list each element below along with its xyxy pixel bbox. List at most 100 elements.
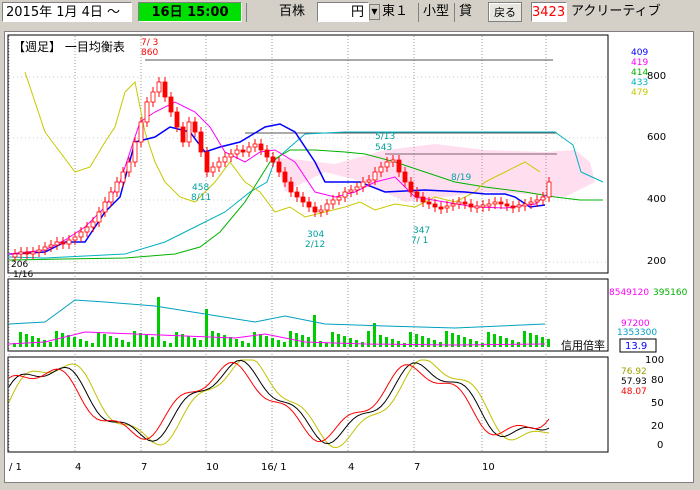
volume-bar — [469, 339, 472, 347]
annotation: 5/13 — [375, 132, 395, 142]
volume-bar — [223, 335, 226, 347]
volume-bar — [115, 338, 118, 347]
candle-body — [288, 181, 294, 193]
stock-name: アクリーティブ — [571, 4, 661, 19]
volume-bar — [511, 340, 514, 347]
candle-body — [318, 209, 324, 213]
x-tick: 10 — [482, 462, 495, 473]
volume-bar — [385, 337, 388, 347]
annotation: 1/16 — [13, 270, 33, 280]
candle-body — [438, 206, 444, 210]
candle-body — [30, 251, 36, 255]
candle-body — [150, 91, 156, 103]
volume-bar — [169, 343, 172, 347]
volume-bar — [343, 336, 346, 347]
annotation: 7/ 3 — [141, 38, 158, 48]
unit-yen-select[interactable]: 円 — [317, 2, 369, 22]
volume-bar — [97, 332, 100, 347]
volume-bar — [337, 334, 340, 347]
volume-bar — [127, 342, 130, 347]
candle-body — [486, 203, 492, 207]
volume-bar — [391, 339, 394, 347]
volume-bar — [61, 333, 64, 347]
candle-body — [510, 205, 516, 209]
candle-body — [378, 166, 384, 173]
candle-body — [120, 171, 126, 183]
candle-body — [108, 191, 114, 203]
candle-body — [144, 101, 150, 123]
candle-body — [474, 205, 480, 209]
volume-bar — [49, 342, 52, 347]
volume-bar — [535, 335, 538, 347]
candle-body — [480, 204, 486, 208]
annotation: 206 — [11, 260, 28, 270]
volume-bar — [403, 343, 406, 347]
market-label: 東１ — [382, 4, 409, 19]
candle-body — [498, 201, 504, 205]
volume-bar — [283, 342, 286, 347]
end-date-time[interactable]: 16日 15:00 — [138, 2, 242, 22]
unit-shares-label: 百株 — [279, 4, 306, 19]
volume-bar — [103, 334, 106, 347]
osc-legend: 57.93 — [621, 377, 647, 387]
candle-body — [450, 203, 456, 207]
candle-body — [468, 203, 474, 208]
volume-bar — [349, 338, 352, 347]
candle-body — [36, 249, 42, 253]
candle-body — [102, 201, 108, 213]
price-axis-label: 600 — [647, 132, 666, 143]
candle-body — [186, 121, 192, 143]
osc-legend: 48.07 — [621, 387, 647, 397]
candle-body — [210, 166, 216, 173]
candle-body — [174, 111, 180, 128]
candle-body — [372, 171, 378, 181]
candle-body — [84, 226, 90, 233]
legend-senkou-b: 433 — [631, 78, 648, 88]
volume-bar — [211, 331, 214, 347]
volume-bar — [427, 338, 430, 347]
volume-bar — [541, 337, 544, 347]
chikou-line — [24, 71, 541, 218]
volume-bar — [367, 331, 370, 347]
stock-code[interactable]: 3423 — [531, 2, 567, 22]
x-tick: 10 — [206, 462, 219, 473]
unit-dropdown-icon[interactable]: ▼ — [369, 4, 380, 20]
annotation: 860 — [141, 48, 158, 58]
candle-body — [360, 181, 366, 188]
volume-bar — [217, 333, 220, 347]
candle-body — [240, 149, 246, 153]
candle-body — [246, 146, 252, 153]
margin-ratio-value: 13.9 — [625, 341, 647, 352]
candle-body — [264, 149, 270, 158]
x-tick: 4 — [348, 462, 354, 473]
candle-body — [18, 251, 24, 255]
volume-legend: 8549120 — [609, 288, 649, 298]
volume-bar — [85, 341, 88, 347]
oscillator-lines — [8, 359, 550, 449]
volume-bar — [379, 335, 382, 347]
chart-title: 【週足】 一目均衡表 — [13, 40, 125, 54]
candle-body — [414, 191, 420, 198]
volume-bar — [229, 337, 232, 347]
x-tick: / 1 — [9, 462, 22, 473]
volume-bar — [133, 331, 136, 347]
back-button[interactable]: 戻る — [488, 2, 522, 22]
osc-axis-label: 20 — [651, 421, 664, 432]
candle-body — [276, 161, 282, 173]
chart-area: 【週足】 一目均衡表 800 600 400 200 409 419 414 4… — [4, 31, 694, 483]
candle-body — [390, 159, 396, 163]
price-axis-label: 400 — [647, 194, 666, 205]
candle-body — [204, 151, 210, 173]
candle-body — [168, 96, 174, 113]
candle-body — [48, 244, 54, 248]
volume-bar — [175, 332, 178, 347]
volume-bar — [259, 334, 262, 347]
volume-bar — [241, 341, 244, 347]
osc-axis-label: 80 — [651, 375, 664, 386]
x-tick: 7 — [141, 462, 147, 473]
volume-bar — [529, 333, 532, 347]
margin-ratio-label: 信用倍率 — [561, 338, 605, 352]
annotation: 543 — [375, 143, 392, 153]
size-label: 小型 — [423, 4, 450, 19]
volume-bar — [193, 338, 196, 347]
